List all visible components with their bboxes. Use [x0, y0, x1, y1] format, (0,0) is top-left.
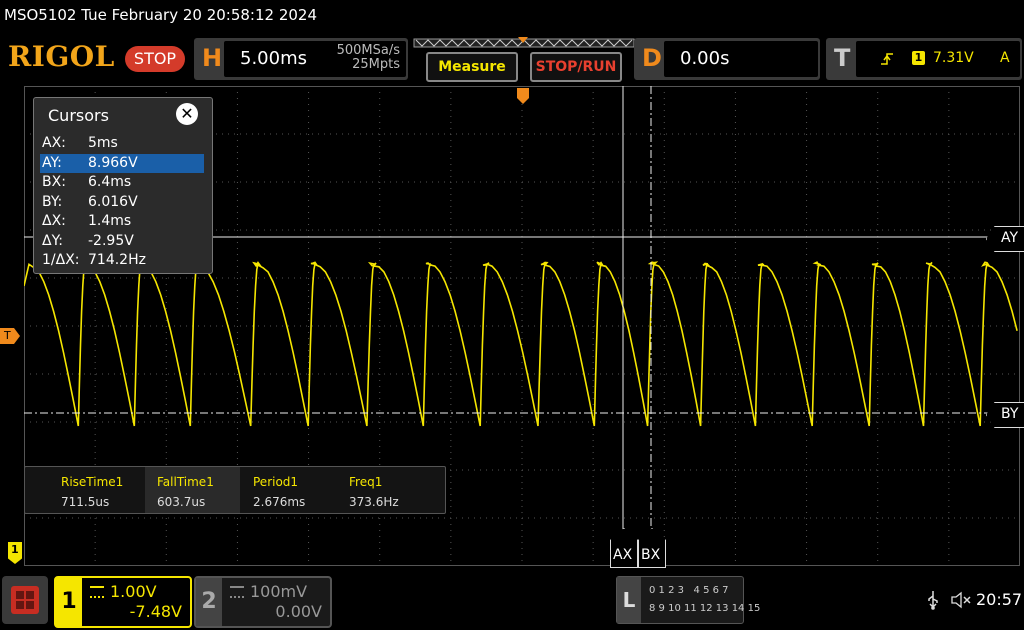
cursor-readout-value: -2.95V	[88, 233, 134, 249]
mute-speaker-icon[interactable]	[950, 590, 972, 610]
run-state-badge[interactable]: STOP	[125, 46, 185, 72]
menu-button[interactable]	[2, 576, 48, 624]
logic-letter: L	[617, 577, 641, 623]
cursor-readout-value: 1.4ms	[88, 213, 131, 229]
cursor-readout-key: AY:	[42, 155, 62, 171]
cursor-readout-value: 6.4ms	[88, 174, 131, 190]
measure-button[interactable]: Measure	[426, 52, 518, 82]
channel1-box[interactable]: 1 1.00V -7.48V	[54, 576, 192, 628]
horizontal-panel[interactable]: H 5.00ms 500MSa/s 25Mpts	[194, 38, 408, 80]
cursor-readout-key: AX:	[42, 135, 66, 151]
channel2-box[interactable]: 2 100mV 0.00V	[194, 576, 332, 628]
cursor-readout-value: 5ms	[88, 135, 118, 151]
trigger-mode: A	[1000, 50, 1010, 66]
channel2-scale: 100mV	[250, 582, 307, 601]
trigger-level-marker[interactable]: T	[0, 328, 20, 344]
delay-letter: D	[642, 44, 662, 72]
measurement-risetime[interactable]: RiseTime1 711.5us	[49, 467, 144, 513]
measurement-freq[interactable]: Freq1 373.6Hz	[337, 467, 432, 513]
trigger-position-marker	[517, 88, 529, 104]
trigger-source-badge: 1	[912, 51, 925, 65]
dc-coupling-icon	[230, 586, 244, 598]
cursor-readout-row[interactable]: 1/ΔX: 714.2Hz	[40, 251, 204, 270]
measurement-bar: RiseTime1 711.5us FallTime1 603.7us Peri…	[24, 466, 446, 514]
title-bar: MSO5102 Tue February 20 20:58:12 2024	[0, 0, 1024, 32]
delay-value: 0.00s	[680, 48, 729, 69]
cursor-readout-row[interactable]: BY: 6.016V	[40, 193, 204, 212]
channel1-offset: -7.48V	[130, 602, 182, 621]
cursor-readout-value: 714.2Hz	[88, 252, 146, 268]
logic-channels-high: 8 9 10 11 12 13 14 15	[649, 603, 760, 614]
cursor-readout-key: BY:	[42, 194, 62, 210]
channel1-trace	[24, 262, 1017, 426]
cursor-readout-row[interactable]: BX: 6.4ms	[40, 173, 204, 192]
memory-position-bar[interactable]	[412, 36, 636, 50]
cursor-readout-row[interactable]: ΔY: -2.95V	[40, 232, 204, 251]
window-title: MSO5102 Tue February 20 20:58:12 2024	[4, 6, 317, 24]
trigger-letter: T	[834, 44, 850, 72]
trigger-panel[interactable]: T 1 7.31V A	[826, 38, 1022, 80]
cursor-readout-value: 6.016V	[88, 194, 138, 210]
memory-depth: 25Mpts	[316, 58, 400, 72]
measurement-period[interactable]: Period1 2.676ms	[241, 467, 336, 513]
cursor-readout-key: ΔY:	[42, 233, 63, 249]
close-icon[interactable]: ✕	[176, 103, 198, 125]
horizontal-letter: H	[202, 44, 222, 72]
cursor-readout-row[interactable]: AX: 5ms	[40, 134, 204, 153]
channel2-number: 2	[196, 578, 222, 626]
grid-menu-icon	[11, 586, 39, 614]
logic-analyzer-box[interactable]: L 0 1 2 3 4 5 6 7 8 9 10 11 12 13 14 15	[616, 576, 744, 624]
trigger-level: 7.31V	[933, 50, 974, 66]
cursor-readout-key: ΔX:	[42, 213, 66, 229]
channel1-scale: 1.00V	[110, 582, 157, 601]
cursor-readout-row[interactable]: AY: 8.966V	[40, 154, 204, 173]
cursor-readout-value: 8.966V	[88, 155, 138, 171]
rigol-logo: RIGOL	[8, 40, 115, 73]
logic-channels-low: 0 1 2 3 4 5 6 7	[649, 585, 729, 596]
cursor-readout-key: 1/ΔX:	[42, 252, 80, 268]
cursor-readout-row[interactable]: ΔX: 1.4ms	[40, 212, 204, 231]
delay-panel[interactable]: D 0.00s	[634, 38, 820, 80]
measurement-falltime[interactable]: FallTime1 603.7us	[145, 467, 240, 513]
channel2-offset: 0.00V	[275, 602, 322, 621]
cursors-panel: Cursors ✕ AX: 5ms AY: 8.966V BX: 6.4ms BY: 6.01…	[33, 97, 213, 274]
channel1-number: 1	[56, 578, 82, 626]
dc-coupling-icon	[90, 586, 104, 598]
rising-edge-icon	[880, 51, 894, 67]
usb-icon	[926, 590, 940, 610]
clock-time: 20:57	[976, 590, 1022, 609]
cursor-readout-key: BX:	[42, 174, 66, 190]
cursors-panel-title: Cursors	[48, 106, 109, 125]
sample-rate: 500MSa/s	[316, 44, 400, 58]
channel1-offset-marker[interactable]: 1	[8, 542, 22, 564]
measure-button-label: Measure	[438, 59, 506, 75]
stop-run-button[interactable]: STOP/RUN	[530, 52, 622, 82]
stop-run-label: STOP/RUN	[536, 59, 617, 75]
timebase-value: 5.00ms	[240, 48, 307, 69]
